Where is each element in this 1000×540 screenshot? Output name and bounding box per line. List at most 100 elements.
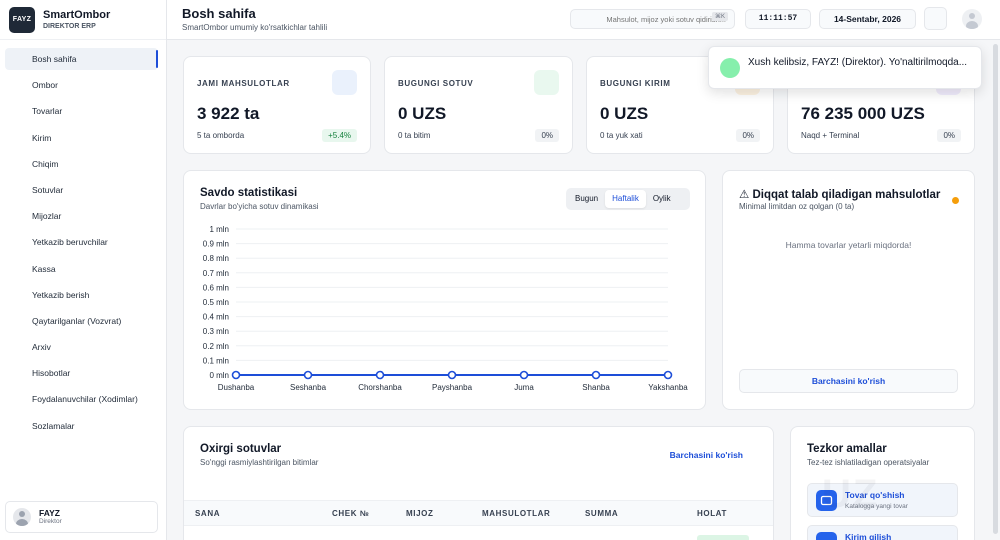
attention-title: ⚠ Diqqat talab qiladigan mahsulotlar [739,189,941,201]
view-all-sales-link[interactable]: Barchasini ko'rish [670,450,743,460]
user-role: Direktor [39,518,62,526]
stat-badge: 0% [535,129,559,142]
success-icon [720,58,740,78]
y-tick-label: 0.4 mln [203,313,229,322]
kirim-icon [816,532,837,540]
data-point[interactable] [591,370,601,380]
stat-sub: 0 ta bitim [398,131,431,140]
stat-label: JAMI MAHSULOTLAR [197,79,290,88]
user-name: FAYZ [39,507,60,518]
col-mijoz[interactable]: MIJOZ [406,501,433,526]
page-subtitle: SmartOmbor umumiy ko'rsatkichlar tahlili [182,23,328,32]
sidebar-item-qaytarilganlar[interactable]: Qaytarilganlar (Vozvrat) [5,310,158,332]
page-title: Bosh sahifa [182,6,256,21]
sidebar-item-foydalanuvchilar[interactable]: Foydalanuvchilar (Xodimlar) [5,388,158,410]
watermark: UZ [822,472,880,516]
col-mahsulotlar[interactable]: MAHSULOTLAR [482,501,550,526]
brand-sub: DIREKTOR ERP [43,22,96,30]
sidebar-item-yetkazib-berish[interactable]: Yetkazib berish [5,284,158,306]
brand-name: SmartOmbor [43,8,111,21]
quick-actions-card: Tezkor amallar Tez-tez ishlatiladigan op… [790,426,975,540]
sidebar-item-kirim[interactable]: Kirim [5,127,158,149]
sidebar-user-card[interactable]: FAYZ Direktor [5,501,158,533]
sidebar-item-sotuvlar[interactable]: Sotuvlar [5,179,158,201]
stat-badge: 0% [736,129,760,142]
col-chek[interactable]: CHEK № [332,501,369,526]
x-tick-label: Juma [514,383,534,392]
stat-card-bugungi-sotuv: BUGUNGI SOTUV 0 UZS 0 ta bitim 0% [384,56,573,154]
stat-value: 0 UZS [600,104,649,123]
table-header: SANA CHEK № MIJOZ MAHSULOTLAR SUMMA HOLA… [184,500,773,526]
stat-label: BUGUNGI KIRIM [600,79,671,88]
row-status-badge [697,535,749,540]
x-tick-label: Payshanba [432,383,473,392]
sidebar-item-hisobotlar[interactable]: Hisobotlar [5,362,158,384]
search-shortcut: ⌘K [712,12,729,21]
y-tick-label: 0.1 mln [203,356,229,365]
toast-message: Xush kelibsiz, FAYZ! (Direktor). Yo'nalt… [748,57,968,68]
stat-label: BUGUNGI SOTUV [398,79,474,88]
sidebar-item-ombor[interactable]: Ombor [5,74,158,96]
sidebar-item-sozlamalar[interactable]: Sozlamalar [5,415,158,437]
stat-value: 3 922 ta [197,104,260,123]
brand: FAYZ SmartOmbor DIREKTOR ERP [0,0,166,40]
sidebar-nav: Bosh sahifa Ombor Tovarlar Kirim Chiqim … [0,40,166,437]
data-point[interactable] [519,370,529,380]
stat-sub: Naqd + Terminal [801,131,860,140]
stat-value: 76 235 000 UZS [801,104,925,123]
x-tick-label: Seshanba [290,383,327,392]
sidebar-item-tovarlar[interactable]: Tovarlar [5,100,158,122]
data-point[interactable] [663,370,673,380]
search-input[interactable] [570,9,735,29]
attention-card: ⚠ Diqqat talab qiladigan mahsulotlar Min… [722,170,975,410]
date-display: 14-Sentabr, 2026 [819,9,916,29]
quick-item-label: Kirim qilish [845,532,892,540]
col-summa[interactable]: SUMMA [585,501,618,526]
data-point[interactable] [303,370,313,380]
quick-subtitle: Tez-tez ishlatiladigan operatsiyalar [807,458,930,467]
col-holat[interactable]: HOLAT [697,501,727,526]
stat-value: 0 UZS [398,104,447,123]
sidebar-item-arxiv[interactable]: Arxiv [5,336,158,358]
sidebar-item-bosh-sahifa[interactable]: Bosh sahifa [5,48,158,70]
clock: 11:11:57 [745,9,811,29]
col-sana[interactable]: SANA [195,501,220,526]
y-tick-label: 0.5 mln [203,298,229,307]
notification-button[interactable] [924,7,947,30]
stat-badge: +5.4% [322,129,357,142]
sidebar-item-kassa[interactable]: Kassa [5,258,158,280]
y-tick-label: 0.8 mln [203,254,229,263]
recent-subtitle: So'nggi rasmiylashtirilgan bitimlar [200,458,319,467]
header-avatar-icon[interactable] [962,9,982,29]
stat-sub: 0 ta yuk xati [600,131,643,140]
scrollbar-thumb[interactable] [993,44,998,534]
quick-kirim[interactable]: Kirim qilish [807,525,958,540]
view-all-attention-button[interactable]: Barchasini ko'rish [739,369,958,393]
stat-badge: 0% [937,129,961,142]
data-point[interactable] [375,370,385,380]
sidebar-item-mijozlar[interactable]: Mijozlar [5,205,158,227]
x-tick-label: Shanba [582,383,610,392]
stat-sub: 5 ta omborda [197,131,245,140]
sidebar: FAYZ SmartOmbor DIREKTOR ERP Bosh sahifa… [0,0,167,540]
recent-sales-card: Oxirgi sotuvlar So'nggi rasmiylashtirilg… [183,426,774,540]
sidebar-item-yetkazib-beruvchilar[interactable]: Yetkazib beruvchilar [5,231,158,253]
page-scrollbar[interactable] [993,44,998,540]
y-tick-label: 1 mln [209,225,229,234]
stat-card-jami-mahsulotlar: JAMI MAHSULOTLAR 3 922 ta 5 ta omborda +… [183,56,371,154]
data-point[interactable] [447,370,457,380]
data-point[interactable] [231,370,241,380]
y-tick-label: 0.2 mln [203,342,229,351]
x-tick-label: Dushanba [218,383,255,392]
attention-subtitle: Minimal limitdan oz qolgan (0 ta) [739,202,855,211]
sidebar-item-chiqim[interactable]: Chiqim [5,153,158,175]
welcome-toast: Xush kelibsiz, FAYZ! (Direktor). Yo'nalt… [708,46,982,89]
y-tick-label: 0.3 mln [203,327,229,336]
user-avatar-icon [13,508,31,526]
quick-title: Tezkor amallar [807,443,887,455]
warning-dot-icon [952,197,959,204]
attention-empty-text: Hamma tovarlar yetarli miqdorda! [785,240,912,250]
recent-title: Oxirgi sotuvlar [200,443,282,455]
sales-chart-card: Savdo statistikasi Davrlar bo'yicha sotu… [183,170,706,410]
y-tick-label: 0.9 mln [203,240,229,249]
